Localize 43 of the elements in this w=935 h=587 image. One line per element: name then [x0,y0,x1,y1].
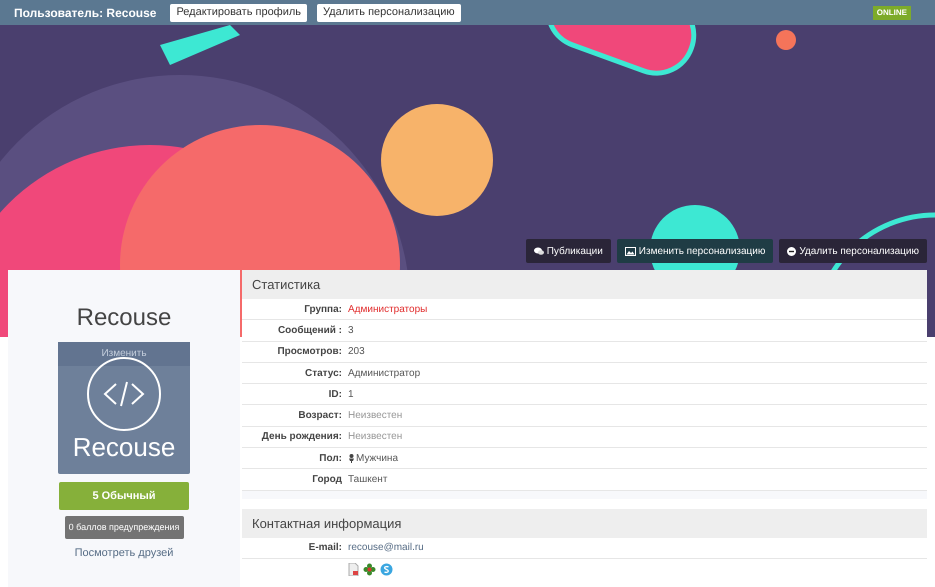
field-value: Администраторы [348,302,428,317]
field-value: Администратор [348,366,420,381]
field-label: Просмотров: [276,345,342,360]
male-icon [348,454,355,463]
field-label: E-mail: [308,541,342,556]
avatar-text: Recouse [72,432,176,462]
profile-name: Recouse [76,303,172,333]
header-button[interactable]: Удалить персонализацию [317,4,461,22]
field-value: Неизвестен [348,430,402,444]
rank-badge: 5 Обычный [59,482,189,510]
minus-circle-icon [787,246,796,256]
online-badge: ONLINE [872,6,911,20]
field-value: 3 [348,324,354,338]
page-title: Пользователь: Recouse [14,4,156,22]
field-label: Статус: [304,366,342,381]
field-value: Ташкент [348,473,388,488]
comments-icon [534,246,544,256]
avatar-image[interactable]: Изменить Recouse [58,342,190,474]
banner-button[interactable]: Изменить персонализацию [616,239,774,263]
email-link[interactable]: recouse@mail.ru [348,540,424,556]
view-friends-link[interactable]: Посмотреть друзей [74,545,174,562]
document-icon[interactable] [348,563,359,576]
code-icon [86,356,162,432]
field-value: 1 [348,388,354,402]
flower-icon[interactable] [363,563,376,576]
field-label: Город [311,473,342,488]
field-value: 203 [348,345,365,360]
field-label: ID: [328,388,342,402]
image-icon [624,246,636,256]
section-header: Контактная информация [242,508,927,538]
warnings-badge: 0 баллов предупреждения [64,516,184,539]
banner-button[interactable]: Удалить персонализацию [779,239,927,263]
chat-logo-icon[interactable] [380,563,393,576]
section-header: Статистика [242,270,927,299]
header-button[interactable]: Редактировать профиль [170,4,308,22]
field-label: Сообщений : [276,324,342,338]
banner-button[interactable]: Публикации [526,239,611,263]
field-label: Возраст: [297,409,342,424]
field-label: День рождения: [260,430,342,444]
field-value: Мужчина [356,452,398,466]
field-label: Группа: [303,302,342,317]
field-label: Пол: [318,452,342,466]
field-value: Неизвестен [348,409,402,424]
